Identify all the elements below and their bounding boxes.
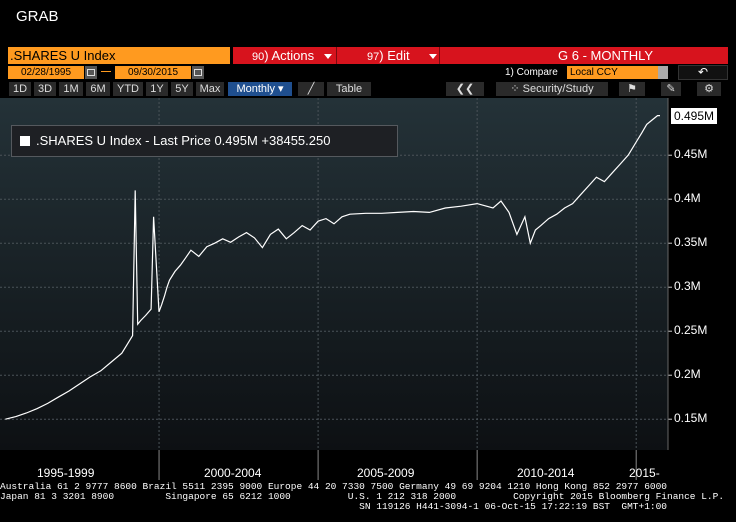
y-tick-label: 0.3M [674,279,701,294]
x-tick-label: 2015- [629,466,660,480]
y-tick-label: 0.35M [674,235,708,250]
period-1y[interactable]: 1Y [146,82,168,96]
legend-text: .SHARES U Index - Last Price 0.495M +384… [36,133,331,148]
x-tick-label: 2000-2004 [204,466,262,480]
security-study-button[interactable]: ⁘ Security/Study [496,82,608,96]
toolbar-divider [439,47,440,64]
currency-select[interactable]: Local CCY [567,66,668,79]
footer-line: SN 119126 H441-3094-1 06-Oct-15 17:22:19… [0,501,668,512]
chart-legend: .SHARES U Index - Last Price 0.495M +384… [11,125,398,157]
actions-number: 90 [252,51,265,63]
calendar-icon[interactable] [85,66,97,79]
edit-menu[interactable]: 97) Edit [367,47,438,64]
period-1m[interactable]: 1M [59,82,83,96]
start-date-field[interactable]: 02/28/1995 [8,66,84,79]
edit-label: Edit [387,48,410,63]
back-button[interactable]: ↶ [678,65,728,80]
legend-swatch [20,136,30,146]
flag-icon[interactable]: ⚑ [619,82,645,96]
window-title: GRAB [16,8,59,25]
chart-name: G 6 - MONTHLY [558,48,654,63]
study-icon: ⁘ [510,83,520,95]
table-button[interactable]: Table [327,82,371,96]
line-chart-icon[interactable]: ╱ [298,82,324,96]
frequency-label: Monthly [236,83,275,95]
last-price-tag: 0.495M [671,107,717,124]
x-tick-label: 2005-2009 [357,466,415,480]
edit-number: 97 [367,51,380,63]
y-tick-label: 0.15M [674,411,708,426]
chevron-down-icon [323,54,332,60]
period-3d[interactable]: 3D [34,82,56,96]
chevron-down-icon [429,54,438,60]
actions-menu[interactable]: 90) Actions [252,47,332,64]
period-1d[interactable]: 1D [9,82,31,96]
y-tick-label: 0.2M [674,367,701,382]
x-tick-label: 1995-1999 [37,466,95,480]
ticker-input[interactable]: .SHARES U Index [8,47,230,64]
frequency-select[interactable]: Monthly ▾ [228,82,292,96]
actions-label: Actions [271,48,315,63]
edit-pencil-icon[interactable]: ✎ [661,82,681,96]
period-5y[interactable]: 5Y [171,82,193,96]
undo-icon: ↶ [697,65,709,79]
period-6m[interactable]: 6M [86,82,110,96]
y-tick-label: 0.25M [674,323,708,338]
chevron-double-left-icon[interactable]: ❮❮ [446,82,484,96]
period-ytd[interactable]: YTD [113,82,143,96]
end-date-field[interactable]: 09/30/2015 [115,66,191,79]
compare-label[interactable]: 1) Compare [505,66,558,79]
currency-dropdown-arrow[interactable] [658,66,668,79]
toolbar-divider [336,47,337,64]
x-tick-label: 2010-2014 [517,466,575,480]
y-tick-label: 0.45M [674,147,708,162]
gear-icon[interactable]: ⚙ [697,82,721,96]
calendar-icon[interactable] [192,66,204,79]
footer-contacts: Australia 61 2 9777 8600 Brazil 5511 239… [0,482,736,512]
security-study-label: Security/Study [522,83,594,95]
y-tick-label: 0.4M [674,191,701,206]
date-range-dash [101,71,111,72]
period-max[interactable]: Max [196,82,224,96]
